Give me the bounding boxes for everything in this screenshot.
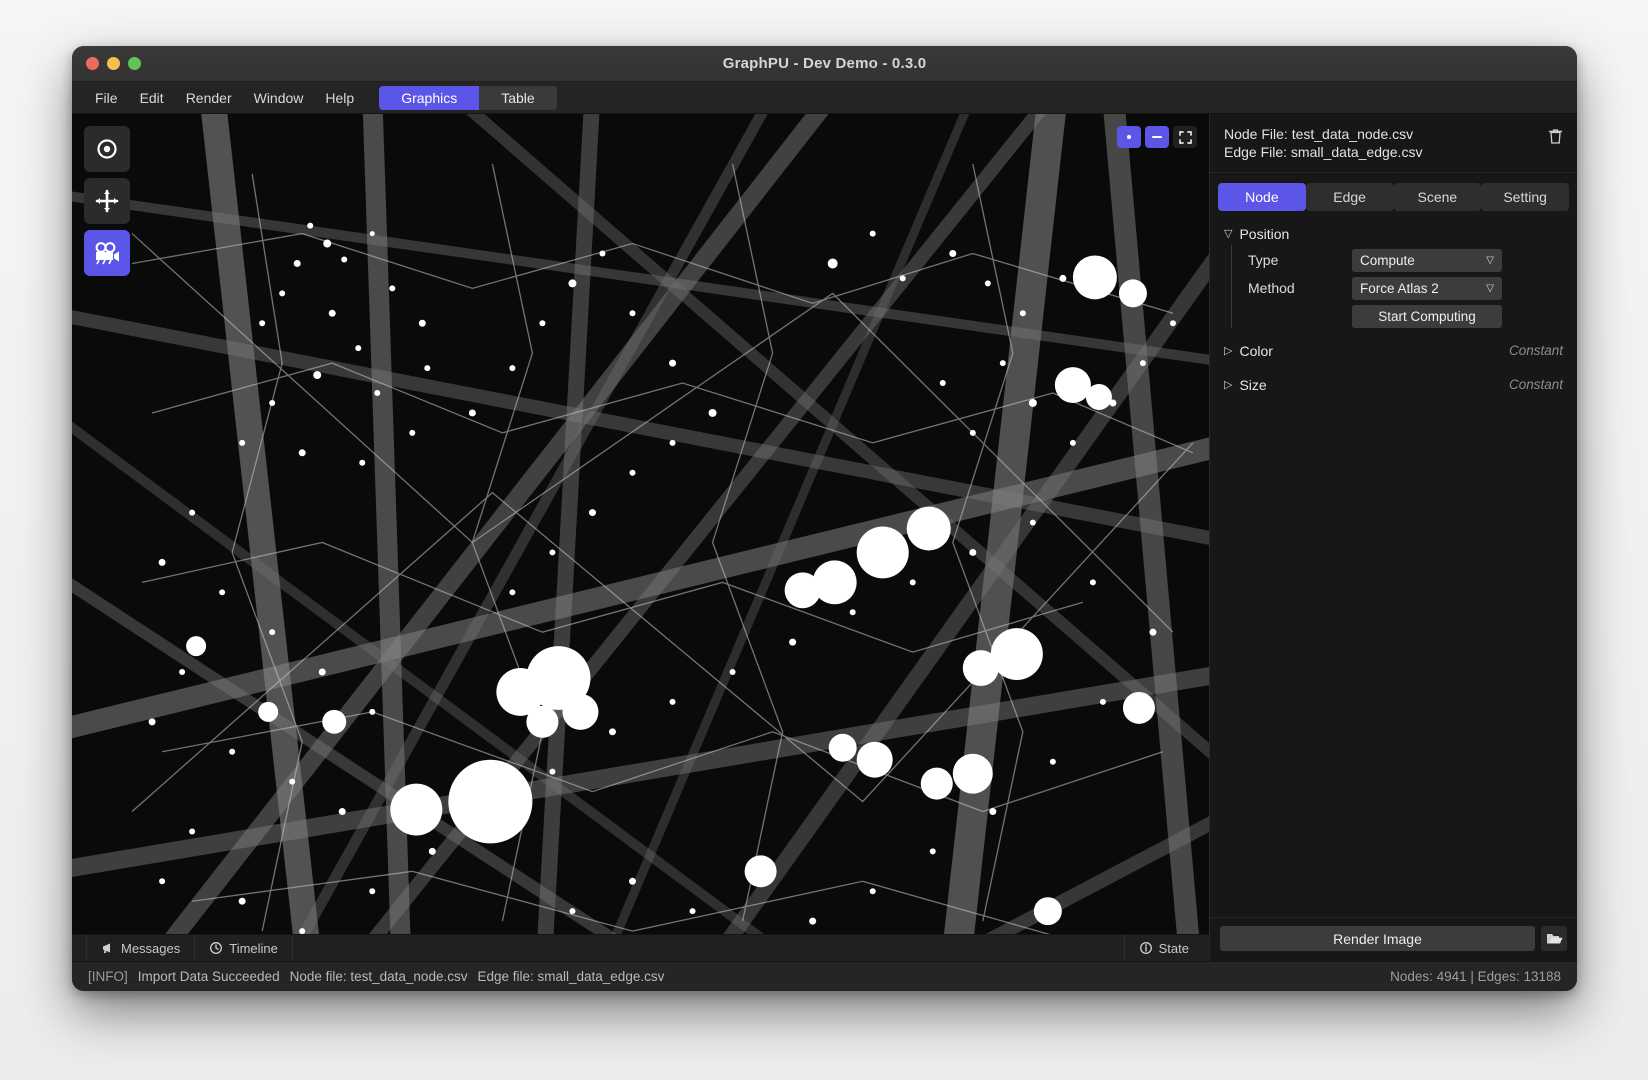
tab-setting[interactable]: Setting [1481, 182, 1569, 211]
main-content: Messages Timeline State Node File: test_… [72, 114, 1577, 961]
position-section-title: Position [1239, 225, 1290, 242]
minus-icon [1152, 136, 1162, 138]
status-message: Import Data Succeeded [137, 969, 280, 984]
megaphone-icon [103, 943, 110, 953]
method-select-value: Force Atlas 2 [1360, 280, 1439, 296]
size-section-value: Constant [1508, 377, 1563, 393]
menu-edit[interactable]: Edit [129, 86, 175, 110]
type-row: Type Compute ▽ [1248, 248, 1563, 272]
tab-node[interactable]: Node [1218, 182, 1306, 211]
menu-window[interactable]: Window [243, 86, 315, 110]
start-computing-button[interactable]: Start Computing [1352, 304, 1502, 328]
line-view-button[interactable] [1145, 126, 1169, 148]
target-icon [97, 139, 117, 159]
status-tag: [INFO] [88, 969, 128, 984]
graph-viewport[interactable]: Messages Timeline State [72, 114, 1209, 961]
delete-data-button[interactable] [1545, 126, 1565, 146]
properties-panel: Node File: test_data_node.csv Edge File:… [1209, 114, 1577, 961]
open-output-folder-button[interactable] [1541, 926, 1567, 951]
select-target-tool[interactable] [84, 126, 130, 172]
render-image-button[interactable]: Render Image [1220, 926, 1535, 951]
chevron-down-icon: ▽ [1486, 254, 1494, 266]
position-section-body: Type Compute ▽ Method Force Atlas 2 ▽ St… [1231, 244, 1563, 328]
screen: GraphPU - Dev Demo - 0.3.0 File Edit Ren… [0, 0, 1648, 1080]
viewport-bottom-bar: Messages Timeline State [72, 934, 1209, 961]
status-bar: [INFO] Import Data Succeeded Node file: … [72, 961, 1577, 991]
minimize-button[interactable] [107, 57, 120, 70]
tab-state-label: State [1158, 940, 1189, 956]
method-label: Method [1248, 280, 1295, 297]
status-edge-file: Edge file: small_data_edge.csv [477, 969, 665, 984]
menu-bar: File Edit Render Window Help Graphics Ta… [72, 82, 1577, 114]
point-view-button[interactable] [1117, 126, 1141, 148]
tab-scene[interactable]: Scene [1393, 182, 1482, 211]
fit-screen-button[interactable] [1173, 126, 1197, 148]
tab-state[interactable]: State [1123, 935, 1203, 961]
status-node-file: Node file: test_data_node.csv [289, 969, 468, 984]
trash-icon [1548, 128, 1562, 144]
color-section-title: Color [1239, 342, 1273, 359]
panel-tabs: Node Edge Scene Setting [1218, 182, 1569, 211]
position-section-header[interactable]: ▽ Position [1224, 223, 1563, 245]
color-section-value: Constant [1508, 343, 1563, 359]
size-section: ▷ Size Constant [1210, 374, 1577, 396]
close-button[interactable] [86, 57, 99, 70]
window-title: GraphPU - Dev Demo - 0.3.0 [722, 55, 927, 72]
folder-open-icon [1546, 934, 1562, 944]
color-section-header[interactable]: ▷ Color Constant [1224, 340, 1563, 362]
menu-render[interactable]: Render [175, 86, 243, 110]
menu-help[interactable]: Help [314, 86, 365, 110]
tab-timeline-label: Timeline [229, 940, 278, 956]
dot-icon [1127, 135, 1131, 139]
zoom-button[interactable] [128, 57, 141, 70]
method-row: Method Force Atlas 2 ▽ [1248, 276, 1563, 300]
type-select[interactable]: Compute ▽ [1352, 248, 1502, 272]
move-tool[interactable] [84, 178, 130, 224]
title-bar: GraphPU - Dev Demo - 0.3.0 [72, 46, 1577, 82]
panel-footer: Render Image [1210, 917, 1577, 961]
status-left: [INFO] Import Data Succeeded Node file: … [88, 969, 664, 984]
viewport-tool-rail [84, 126, 130, 276]
camera-icon [95, 242, 119, 265]
graph-counts: Nodes: 4941 | Edges: 13188 [1390, 969, 1561, 984]
mode-toggle-group: Graphics Table [379, 85, 557, 110]
tab-messages-label: Messages [121, 940, 181, 956]
menu-file[interactable]: File [84, 86, 129, 110]
tab-edge[interactable]: Edge [1305, 182, 1394, 211]
size-caret-icon: ▷ [1224, 379, 1233, 392]
size-section-header[interactable]: ▷ Size Constant [1224, 374, 1563, 396]
camera-tool[interactable] [84, 230, 130, 276]
position-caret-icon: ▽ [1224, 228, 1233, 241]
info-icon [1139, 942, 1152, 954]
type-label: Type [1248, 252, 1279, 269]
chevron-down-icon: ▽ [1486, 282, 1494, 294]
file-info-header: Node File: test_data_node.csv Edge File:… [1210, 114, 1577, 173]
type-select-value: Compute [1360, 252, 1415, 268]
fullscreen-icon [1178, 130, 1192, 144]
clock-icon [210, 942, 223, 954]
tab-timeline[interactable]: Timeline [195, 935, 293, 961]
mode-graphics[interactable]: Graphics [379, 85, 480, 110]
panel-spacer [1210, 396, 1577, 917]
graph-canvas [72, 114, 1209, 961]
window-controls [86, 57, 141, 70]
node-file-label: Node File: test_data_node.csv [1224, 126, 1414, 142]
method-select[interactable]: Force Atlas 2 ▽ [1352, 276, 1502, 300]
tab-messages[interactable]: Messages [86, 935, 196, 961]
edge-file-label: Edge File: small_data_edge.csv [1224, 143, 1423, 160]
color-caret-icon: ▷ [1224, 345, 1233, 358]
size-section-title: Size [1239, 376, 1267, 393]
app-window: GraphPU - Dev Demo - 0.3.0 File Edit Ren… [72, 46, 1577, 991]
mode-table[interactable]: Table [479, 86, 556, 110]
color-section: ▷ Color Constant [1210, 340, 1577, 362]
viewport-controls [1117, 126, 1197, 148]
move-cross-icon [95, 189, 119, 213]
position-section: ▽ Position Type Compute ▽ Method Force A… [1210, 223, 1577, 328]
